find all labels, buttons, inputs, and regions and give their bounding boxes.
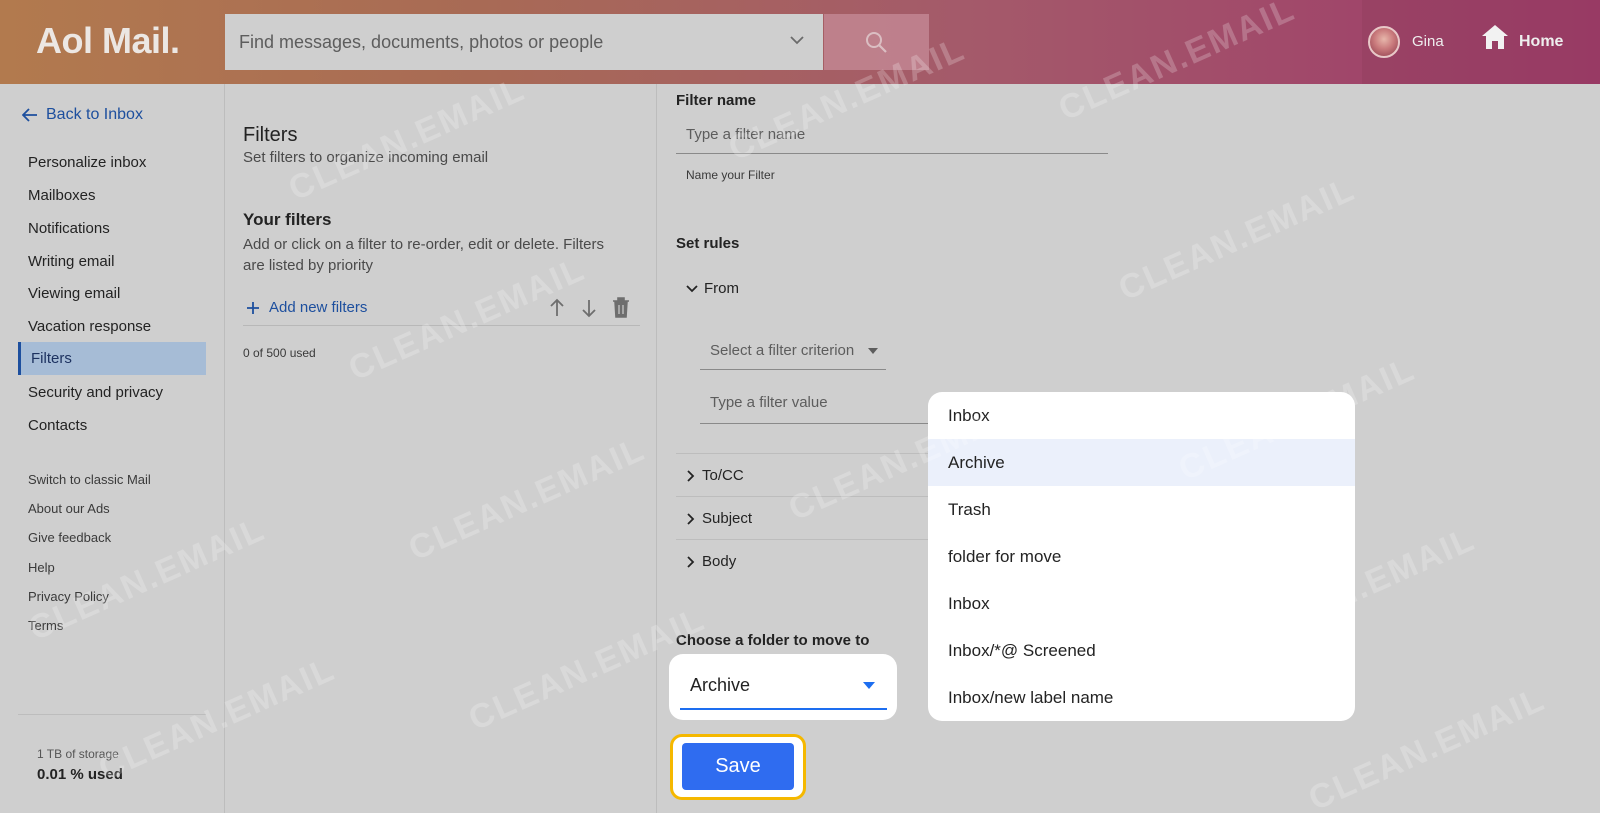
logo-text: Aol Mail <box>36 20 171 61</box>
sidebar-item-personalize-inbox[interactable]: Personalize inbox <box>28 154 146 171</box>
chevron-right-icon <box>687 555 695 568</box>
storage-used: 0.01 % used <box>37 766 123 783</box>
chevron-right-icon <box>687 512 695 525</box>
sidebar-item-writing-email[interactable]: Writing email <box>28 253 114 270</box>
chevron-down-icon[interactable] <box>787 30 807 50</box>
top-header: Aol Mail. Gina Home <box>0 0 1600 84</box>
save-button-focus-ring: Save <box>670 734 806 800</box>
arrow-left-icon <box>22 108 37 122</box>
divider <box>676 453 936 454</box>
set-rules-label: Set rules <box>676 235 740 252</box>
help-link[interactable]: Help <box>28 560 55 575</box>
switch-to-classic-link[interactable]: Switch to classic Mail <box>28 472 151 487</box>
arrow-up-icon[interactable] <box>549 298 565 318</box>
divider <box>676 496 936 497</box>
terms-link[interactable]: Terms <box>28 618 63 633</box>
folder-option-inbox[interactable]: Inbox <box>928 392 1355 439</box>
add-new-filters-button[interactable]: Add new filters <box>247 299 367 316</box>
folder-dropdown-list: Inbox Archive Trash folder for move Inbo… <box>928 392 1355 721</box>
folder-option-folder-for-move[interactable]: folder for move <box>928 533 1355 580</box>
plus-icon <box>247 301 259 314</box>
storage-total: 1 TB of storage <box>37 747 119 761</box>
caret-down-icon <box>868 348 878 354</box>
rule-subject-toggle[interactable]: Subject <box>686 510 752 527</box>
rule-tocc-label: To/CC <box>702 467 744 484</box>
sidebar-item-security-and-privacy[interactable]: Security and privacy <box>28 384 163 401</box>
about-ads-link[interactable]: About our Ads <box>28 501 110 516</box>
home-link[interactable]: Home <box>1519 33 1563 51</box>
divider <box>18 714 206 715</box>
user-name[interactable]: Gina <box>1412 33 1444 50</box>
folder-option-inbox-screened[interactable]: Inbox/*@ Screened <box>928 627 1355 674</box>
rule-tocc-toggle[interactable]: To/CC <box>686 467 744 484</box>
folder-option-inbox-new-label[interactable]: Inbox/new label name <box>928 674 1355 721</box>
save-button[interactable]: Save <box>682 743 794 790</box>
chevron-down-icon <box>686 284 698 292</box>
folder-select-value: Archive <box>690 675 751 695</box>
folder-select[interactable]: Archive <box>669 654 897 720</box>
rule-body-toggle[interactable]: Body <box>686 553 736 570</box>
sidebar-item-mailboxes[interactable]: Mailboxes <box>28 187 96 204</box>
folder-label: Choose a folder to move to <box>676 632 870 649</box>
sidebar-item-contacts[interactable]: Contacts <box>28 417 87 434</box>
caret-down-icon <box>863 682 875 689</box>
page-title: Filters <box>243 124 298 146</box>
filter-name-label: Filter name <box>676 92 757 109</box>
privacy-policy-link[interactable]: Privacy Policy <box>28 589 109 604</box>
rule-from-label: From <box>704 280 739 297</box>
criterion-placeholder: Select a filter criterion <box>710 342 855 359</box>
filter-value-input[interactable]: Type a filter value <box>700 384 940 424</box>
aol-mail-logo[interactable]: Aol Mail. <box>36 20 180 62</box>
logo-dot: . <box>170 20 180 61</box>
sidebar-item-viewing-email[interactable]: Viewing email <box>28 285 120 302</box>
select-underline <box>680 708 887 710</box>
your-filters-description: Add or click on a filter to re-order, ed… <box>243 236 604 274</box>
page-subtitle: Set filters to organize incoming email <box>243 149 489 166</box>
filter-name-hint: Name your Filter <box>686 168 775 182</box>
folder-option-inbox-2[interactable]: Inbox <box>928 580 1355 627</box>
filters-used-count: 0 of 500 used <box>243 346 316 360</box>
search-box <box>225 14 823 70</box>
filter-name-input[interactable] <box>676 116 1108 154</box>
rule-from-toggle[interactable]: From <box>686 280 739 297</box>
back-label: Back to Inbox <box>46 106 143 123</box>
add-new-filters-label: Add new filters <box>269 299 368 316</box>
filter-criterion-select[interactable]: Select a filter criterion <box>700 334 886 370</box>
folder-option-archive[interactable]: Archive <box>928 439 1355 486</box>
sidebar-item-vacation-response[interactable]: Vacation response <box>28 318 151 335</box>
back-to-inbox-link[interactable]: Back to Inbox <box>22 106 143 124</box>
arrow-down-icon[interactable] <box>581 298 597 318</box>
trash-icon[interactable] <box>611 296 631 318</box>
search-input[interactable] <box>239 14 779 70</box>
settings-sidebar: Back to Inbox Personalize inbox Mailboxe… <box>0 84 225 813</box>
filter-toolbar: Add new filters <box>243 294 640 326</box>
folder-option-trash[interactable]: Trash <box>928 486 1355 533</box>
give-feedback-link[interactable]: Give feedback <box>28 530 111 545</box>
filter-value-placeholder: Type a filter value <box>710 394 828 411</box>
avatar[interactable] <box>1368 26 1400 58</box>
your-filters-heading: Your filters <box>243 210 332 229</box>
chevron-right-icon <box>687 469 695 482</box>
filters-panel: Filters Set filters to organize incoming… <box>226 84 657 813</box>
home-icon[interactable] <box>1480 22 1510 52</box>
sidebar-item-notifications[interactable]: Notifications <box>28 220 110 237</box>
search-icon <box>866 32 887 53</box>
sidebar-item-label: Filters <box>31 350 72 367</box>
sidebar-item-filters[interactable]: Filters <box>18 342 206 375</box>
rule-subject-label: Subject <box>702 510 753 527</box>
search-button[interactable] <box>824 14 929 70</box>
divider <box>676 539 936 540</box>
rule-body-label: Body <box>702 553 737 570</box>
